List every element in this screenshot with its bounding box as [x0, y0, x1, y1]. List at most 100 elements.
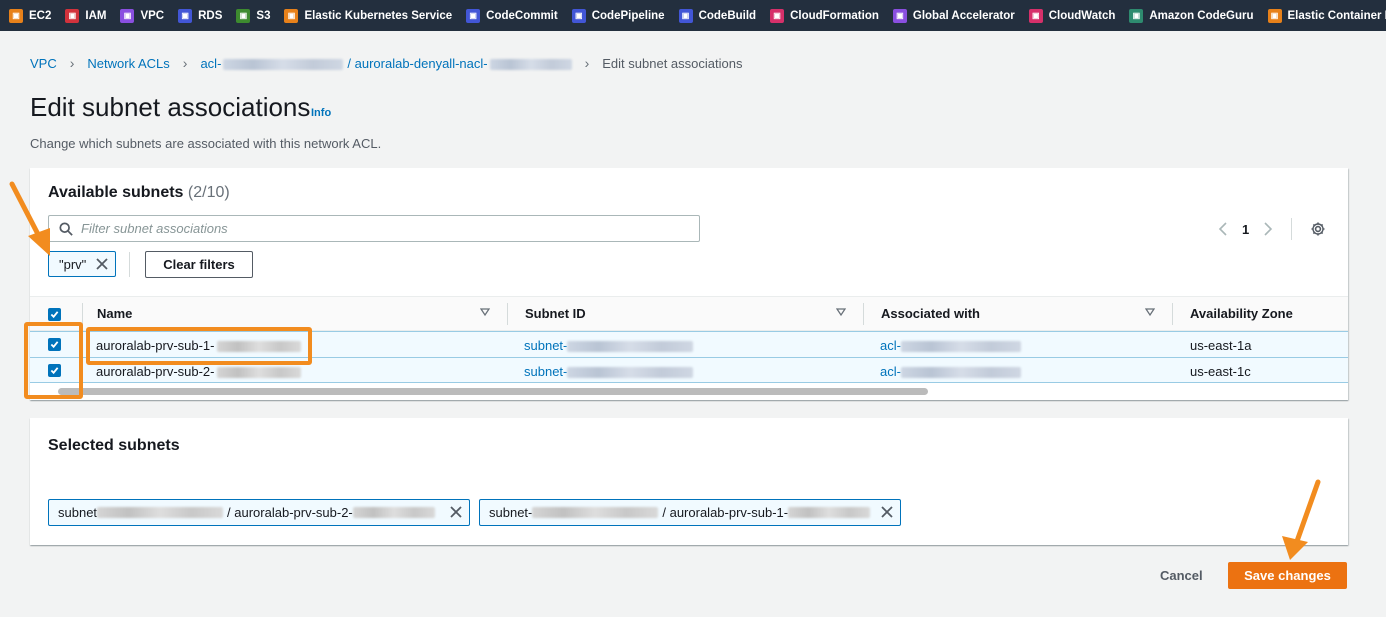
close-icon[interactable]: [449, 505, 463, 519]
ecr-icon: ▣: [1267, 8, 1282, 23]
service-shortcut[interactable]: ▣ IAM: [65, 8, 107, 23]
page-description: Change which subnets are associated with…: [30, 136, 382, 151]
page-title: Edit subnet associations: [30, 92, 311, 122]
token-divider: [129, 252, 130, 277]
redacted-text: [900, 341, 1021, 353]
service-shortcut[interactable]: ▣ S3: [236, 8, 270, 23]
service-shortcut-label: Amazon CodeGuru: [1149, 9, 1254, 22]
row-name: auroralab-prv-sub-1-: [96, 338, 301, 353]
row-checkbox[interactable]: [48, 338, 61, 351]
redacted-text: [223, 58, 344, 70]
selected-subnet-token: subnet / auroralab-prv-sub-2-: [48, 499, 470, 526]
column-divider: [507, 303, 508, 325]
service-shortcut[interactable]: ▣ CodePipeline: [571, 8, 665, 23]
redacted-text: [489, 58, 572, 70]
breadcrumb-nacl[interactable]: acl- / auroralab-denyall-nacl-: [200, 56, 572, 71]
redacted-text: [532, 507, 659, 518]
column-header-associated-with[interactable]: Associated with: [881, 306, 980, 321]
breadcrumb-vpc[interactable]: VPC: [30, 56, 57, 71]
codecommit-icon: ▣: [466, 8, 481, 23]
column-divider: [863, 303, 864, 325]
available-subnets-title: Available subnets (2/10): [48, 184, 230, 202]
row-checkbox[interactable]: [48, 364, 61, 377]
table-row[interactable]: auroralab-prv-sub-1- subnet- acl- us-eas…: [30, 331, 1348, 357]
chevron-left-icon[interactable]: [1218, 222, 1228, 236]
pagination: 1: [1218, 218, 1326, 240]
save-changes-button[interactable]: Save changes: [1228, 562, 1347, 589]
codeguru-icon: ▣: [1129, 8, 1144, 23]
service-shortcut[interactable]: ▣ CodeCommit: [466, 8, 558, 23]
row-acl-text: acl-: [880, 364, 901, 379]
close-icon[interactable]: [880, 505, 894, 519]
table-header: Name Subnet ID Associated with Availabil…: [30, 296, 1348, 331]
redacted-text: [900, 367, 1021, 379]
service-shortcut-label: CloudFormation: [790, 9, 879, 22]
breadcrumb-network-acls[interactable]: Network ACLs: [87, 56, 169, 71]
sort-caret-icon[interactable]: [1145, 307, 1155, 317]
service-shortcut[interactable]: ▣ EC2: [9, 8, 51, 23]
subnets-table: Name Subnet ID Associated with Availabil…: [30, 296, 1348, 383]
selected-subnets-panel: Selected subnets subnet / auroralab-prv-…: [30, 418, 1348, 545]
chevron-right-icon: ›: [182, 55, 188, 71]
redacted-text: [216, 367, 301, 379]
table-row[interactable]: auroralab-prv-sub-2- subnet- acl- us-eas…: [30, 357, 1348, 383]
iam-icon: ▣: [65, 8, 80, 23]
service-shortcut[interactable]: ▣ Amazon CodeGuru: [1129, 8, 1254, 23]
vpc-icon: ▣: [120, 8, 135, 23]
sort-caret-icon[interactable]: [480, 307, 490, 317]
available-subnets-panel: Available subnets (2/10) 1 "prv" Clear f…: [30, 168, 1348, 400]
redacted-text: [97, 507, 224, 518]
service-shortcut-label: CodeCommit: [486, 9, 558, 22]
row-subnet-id[interactable]: subnet-: [524, 338, 694, 353]
redacted-text: [788, 507, 871, 518]
column-header-subnet-id[interactable]: Subnet ID: [525, 306, 586, 321]
chevron-right-icon[interactable]: [1263, 222, 1273, 236]
service-shortcut[interactable]: ▣ VPC: [120, 8, 165, 23]
row-associated-acl[interactable]: acl-: [880, 338, 1021, 353]
select-all-checkbox[interactable]: [48, 308, 61, 321]
service-shortcut[interactable]: ▣ CodeBuild: [678, 8, 756, 23]
filter-field[interactable]: [48, 215, 700, 242]
chevron-right-icon: ›: [69, 55, 75, 71]
selected-subnets-title: Selected subnets: [48, 437, 180, 454]
service-shortcut[interactable]: ▣ Global Accelerator: [892, 8, 1015, 23]
service-shortcut[interactable]: ▣ Elastic Container Registry: [1267, 8, 1386, 23]
available-subnets-heading: Available subnets: [48, 184, 184, 201]
row-associated-acl[interactable]: acl-: [880, 364, 1021, 379]
horizontal-scrollbar[interactable]: [58, 388, 928, 395]
service-shortcut-label: IAM: [85, 9, 107, 22]
gear-icon[interactable]: [1310, 221, 1326, 237]
service-shortcut-label: Elastic Container Registry: [1287, 9, 1386, 22]
service-shortcut[interactable]: ▣ RDS: [178, 8, 222, 23]
cloudwatch-icon: ▣: [1028, 8, 1043, 23]
filter-token: "prv": [48, 251, 116, 277]
service-favorites-bar: ▣ EC2 ▣ IAM ▣ VPC ▣ RDS ▣ S3 ▣ Elastic Kubernetes S…: [0, 0, 1386, 31]
ec2-icon: ▣: [9, 8, 23, 23]
clear-filters-button[interactable]: Clear filters: [145, 251, 253, 278]
column-divider: [82, 303, 83, 325]
eks-icon: ▣: [284, 8, 299, 23]
row-subnet-text: subnet-: [524, 364, 568, 379]
s3-icon: ▣: [236, 8, 251, 23]
page-number[interactable]: 1: [1242, 222, 1249, 237]
service-shortcut[interactable]: ▣ CloudWatch: [1028, 8, 1115, 23]
cancel-button[interactable]: Cancel: [1160, 568, 1203, 583]
close-icon[interactable]: [95, 257, 109, 271]
row-subnet-id[interactable]: subnet-: [524, 364, 694, 379]
filter-input[interactable]: [81, 221, 661, 236]
check-icon: [50, 311, 59, 319]
service-shortcut[interactable]: ▣ Elastic Kubernetes Service: [284, 8, 453, 23]
rds-icon: ▣: [178, 8, 193, 23]
codepipeline-icon: ▣: [571, 8, 586, 23]
service-shortcut-label: Elastic Kubernetes Service: [304, 9, 453, 22]
service-shortcut-label: VPC: [140, 9, 165, 22]
sort-caret-icon[interactable]: [836, 307, 846, 317]
service-shortcut[interactable]: ▣ CloudFormation: [770, 8, 879, 23]
pager-divider: [1291, 218, 1293, 240]
column-header-name[interactable]: Name: [97, 306, 132, 321]
info-link[interactable]: Info: [311, 107, 331, 119]
selected-token-prefix: subnet-: [489, 505, 533, 520]
column-header-availability-zone[interactable]: Availability Zone: [1190, 306, 1293, 321]
selected-token-name: / auroralab-prv-sub-1-: [662, 505, 789, 520]
row-acl-text: acl-: [880, 338, 901, 353]
